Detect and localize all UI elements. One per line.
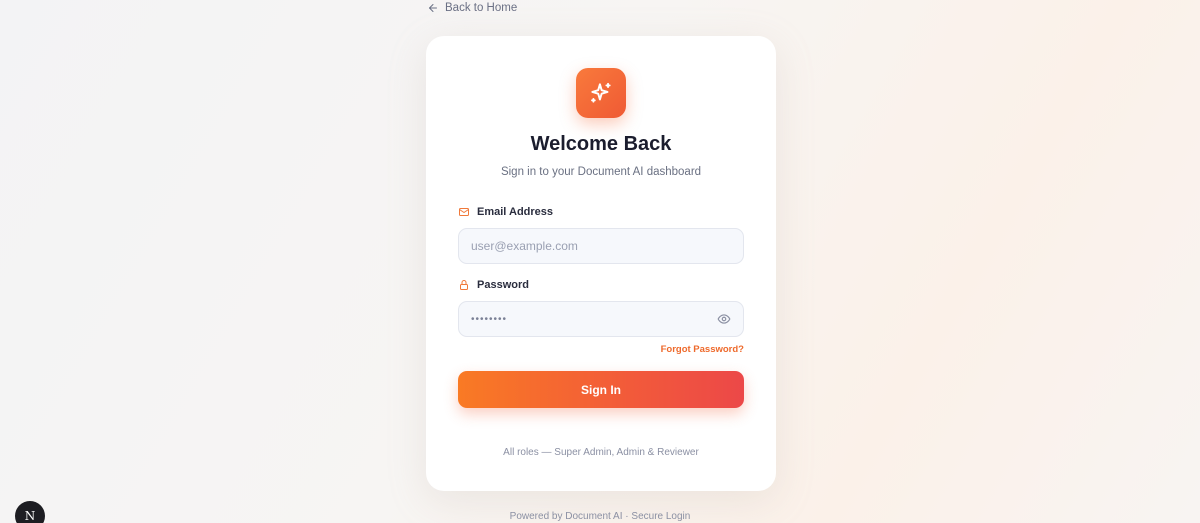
app-logo — [576, 68, 626, 118]
login-card: Welcome Back Sign in to your Document AI… — [426, 36, 776, 491]
forgot-password-link[interactable]: Forgot Password? — [661, 344, 744, 355]
footer-text: Powered by Document AI · Secure Login — [509, 511, 691, 522]
password-label: Password — [477, 279, 529, 291]
roles-note: All roles — Super Admin, Admin & Reviewe… — [503, 447, 699, 458]
page-subtitle: Sign in to your Document AI dashboard — [500, 166, 702, 178]
email-label: Email Address — [477, 206, 554, 218]
sign-in-button[interactable]: Sign In — [458, 371, 744, 408]
mail-icon — [459, 208, 469, 216]
dev-badge[interactable]: N — [15, 501, 45, 523]
dev-badge-letter: N — [24, 509, 36, 523]
email-field[interactable]: user@example.com — [458, 228, 744, 264]
lock-icon — [460, 280, 468, 290]
password-label-row: Password — [458, 279, 529, 291]
email-placeholder: user@example.com — [471, 239, 578, 253]
arrow-left-icon — [429, 4, 437, 12]
show-password-toggle[interactable] — [717, 312, 731, 326]
page-title: Welcome Back — [530, 133, 672, 155]
email-label-row: Email Address — [458, 206, 553, 218]
sparkles-icon — [591, 82, 611, 103]
back-to-home-link[interactable]: Back to Home — [427, 2, 517, 14]
password-field[interactable]: •••••••• — [458, 301, 744, 337]
eye-icon — [717, 314, 731, 324]
password-value: •••••••• — [471, 313, 508, 325]
back-to-home-label: Back to Home — [445, 2, 518, 14]
